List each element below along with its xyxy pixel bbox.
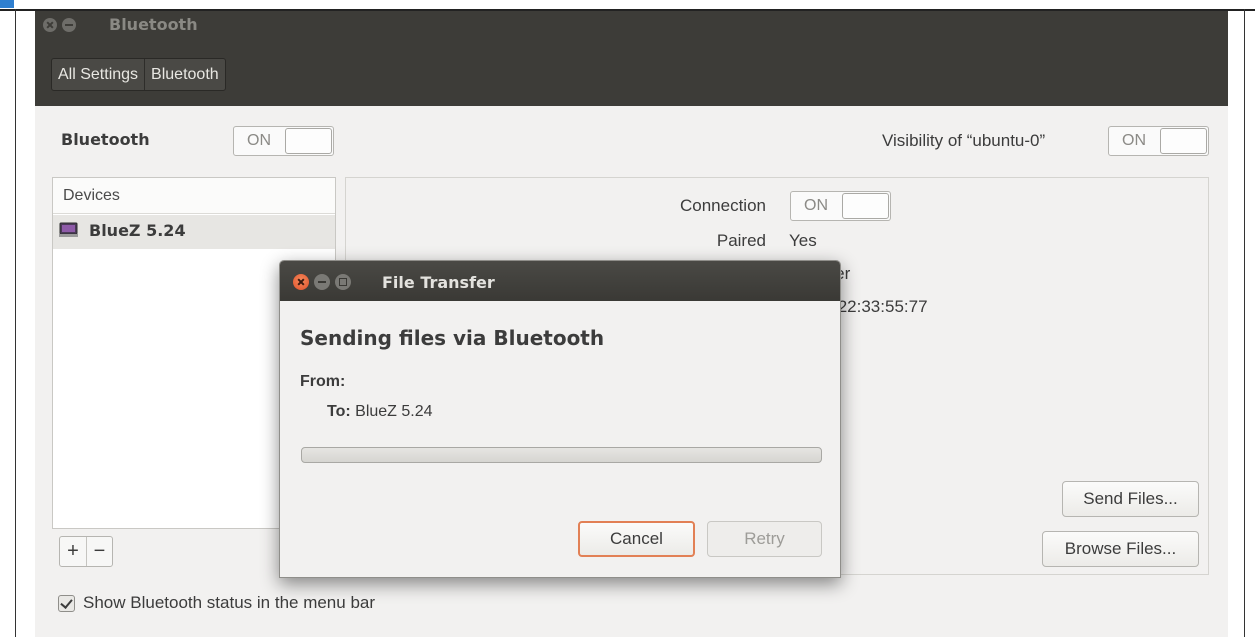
paired-label: Paired: [716, 231, 766, 250]
device-row[interactable]: BlueZ 5.24: [53, 215, 335, 249]
transfer-progress-bar: [301, 447, 822, 463]
add-device-button[interactable]: +: [60, 537, 86, 566]
bluetooth-toggle-knob[interactable]: [285, 128, 332, 154]
from-label: From:: [300, 373, 346, 390]
cancel-button[interactable]: Cancel: [578, 521, 695, 557]
to-value: BlueZ 5.24: [355, 403, 433, 420]
dialog-title: File Transfer: [382, 273, 495, 292]
breadcrumb: All Settings Bluetooth: [51, 58, 226, 91]
frame-border-right: [1244, 9, 1245, 637]
visibility-toggle-knob[interactable]: [1160, 128, 1207, 154]
bluetooth-toggle-state: ON: [247, 132, 271, 149]
devices-header: Devices: [53, 178, 335, 214]
window-close-icon[interactable]: [43, 18, 57, 32]
window-minimize-icon[interactable]: [62, 18, 76, 32]
browse-files-button[interactable]: Browse Files...: [1042, 531, 1199, 567]
visibility-toggle-state: ON: [1122, 132, 1146, 149]
show-status-label[interactable]: Show Bluetooth status in the menu bar: [83, 593, 375, 613]
bluetooth-label: Bluetooth: [61, 130, 150, 149]
window-title: Bluetooth: [109, 15, 198, 34]
status-menu-option: Show Bluetooth status in the menu bar: [58, 593, 375, 613]
retry-button[interactable]: Retry: [707, 521, 822, 557]
visibility-label: Visibility of “ubuntu-0”: [882, 131, 1046, 150]
window-titlebar: Bluetooth All Settings Bluetooth: [35, 11, 1228, 106]
corner-mark: [0, 0, 14, 8]
to-row: To: BlueZ 5.24: [327, 403, 433, 421]
connection-toggle-state: ON: [804, 197, 828, 214]
add-remove-device-buttons: + −: [59, 536, 113, 567]
dialog-titlebar: File Transfer: [280, 261, 840, 301]
dialog-heading: Sending files via Bluetooth: [300, 326, 605, 350]
computer-icon: [59, 222, 78, 237]
bluetooth-toggle[interactable]: ON: [233, 126, 334, 156]
dialog-maximize-icon[interactable]: [335, 274, 351, 290]
remove-device-button[interactable]: −: [86, 537, 112, 566]
device-name: BlueZ 5.24: [89, 221, 186, 240]
dialog-close-icon[interactable]: [293, 274, 309, 290]
to-label: To:: [327, 403, 351, 420]
show-status-checkbox[interactable]: [58, 594, 75, 612]
breadcrumb-bluetooth[interactable]: Bluetooth: [144, 59, 225, 90]
file-transfer-dialog: File Transfer Sending files via Bluetoot…: [279, 260, 841, 578]
address-value: :22:33:55:77: [833, 297, 928, 316]
frame-border-left: [15, 9, 16, 637]
visibility-toggle[interactable]: ON: [1108, 126, 1209, 156]
send-files-button[interactable]: Send Files...: [1062, 481, 1199, 517]
connection-label: Connection: [679, 196, 766, 215]
connection-toggle-knob[interactable]: [842, 193, 889, 219]
connection-toggle[interactable]: ON: [790, 191, 891, 221]
breadcrumb-all-settings[interactable]: All Settings: [52, 59, 144, 90]
paired-value: Yes: [789, 231, 817, 250]
dialog-minimize-icon[interactable]: [314, 274, 330, 290]
